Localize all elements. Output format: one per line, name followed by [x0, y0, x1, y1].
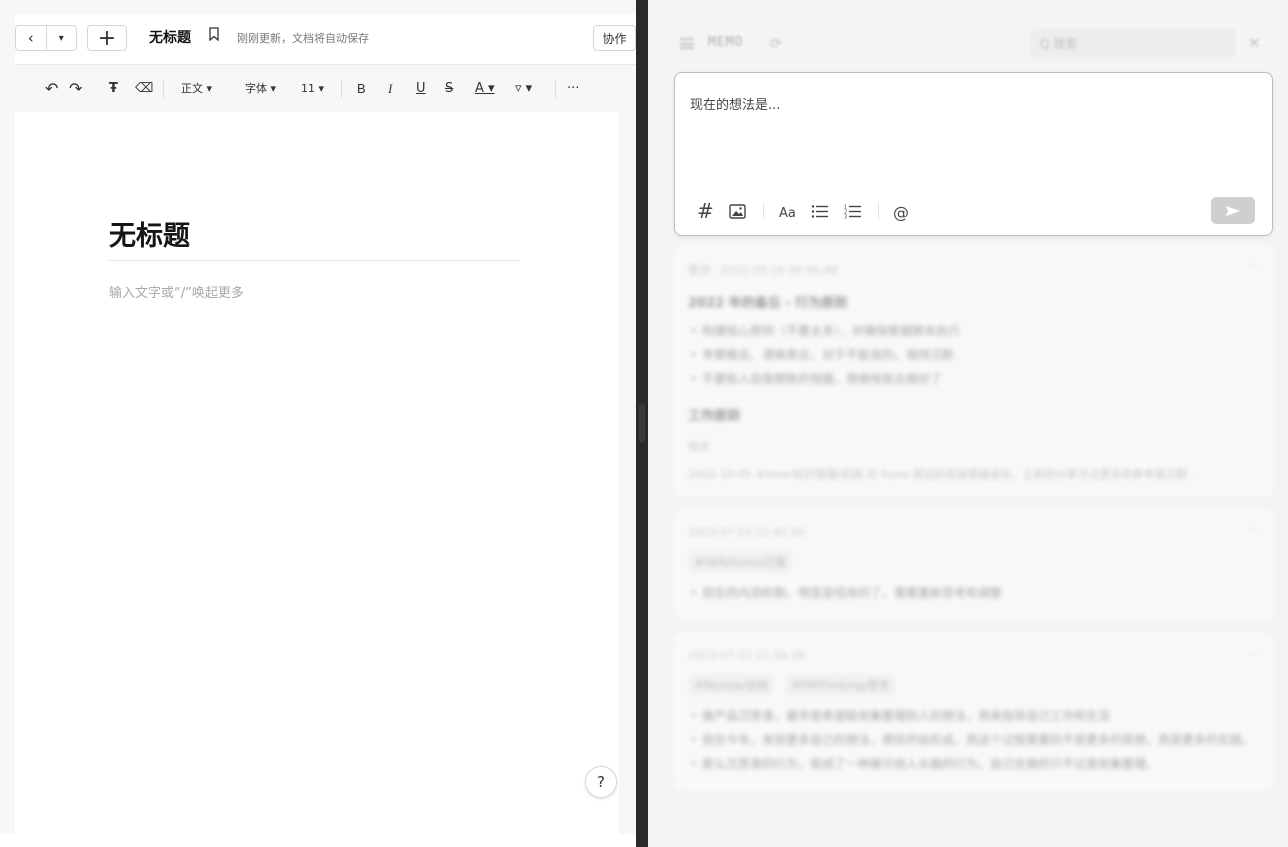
divider	[341, 80, 342, 98]
nav-button-group: ‹ ▾	[15, 25, 77, 51]
doc-title-short[interactable]: 无标题	[149, 27, 191, 47]
split-divider[interactable]	[636, 0, 648, 847]
font-size-select[interactable]: 11 ▾	[301, 80, 324, 98]
bullet-list-icon[interactable]	[811, 204, 828, 219]
memo-editor[interactable]: 现在的想法是... # Aa 1 2 3 @	[674, 72, 1273, 236]
memo-meta: 2023-07-24 11:43:20	[688, 526, 805, 539]
memo-card[interactable]: 2023-07-22 21:56:38 ··· #Review/总结 #PMTh…	[674, 633, 1273, 790]
memo-heading: 工作原则	[688, 409, 741, 424]
list-item: 不要陷入自我牺牲的怪圈，想做啥就去做好了	[688, 367, 1259, 391]
collab-button[interactable]: 协作	[593, 25, 636, 51]
numbered-list-icon[interactable]: 1 2 3	[844, 204, 861, 219]
hashtag-icon[interactable]: #	[697, 201, 714, 221]
bottom-strip	[0, 834, 636, 847]
more-icon[interactable]: ···	[1247, 524, 1259, 539]
memo-pane: MEMO ⟳ Q 搜索 ✕ 现在的想法是... # Aa 1 2 3 @ 置顶 …	[648, 0, 1288, 847]
mention-button[interactable]: @	[893, 203, 909, 223]
memo-input-placeholder[interactable]: 现在的想法是...	[690, 94, 780, 113]
list-item: 那么沉思录的行为，就成了一种展示他人头脑的行为，自己在做的只不过是收集整理。	[688, 752, 1259, 776]
send-button[interactable]	[1211, 197, 1255, 224]
undo-icon[interactable]: ↶	[45, 80, 58, 98]
doc-page[interactable]: 无标题 输入文字或“/”唤起更多	[15, 112, 619, 834]
back-icon[interactable]: ‹	[16, 26, 46, 50]
new-doc-button[interactable]: +	[87, 25, 127, 51]
font-select[interactable]: 字体 ▾	[245, 80, 276, 98]
memo-list: 置顶 · 2022-05-18 09:56:48 ··· 2022 年的备忘 -…	[674, 246, 1273, 847]
divider	[763, 203, 764, 219]
chevron-down-icon[interactable]: ▾	[47, 26, 77, 50]
underline-button[interactable]: U	[416, 80, 426, 98]
paragraph-style-select[interactable]: 正文 ▾	[181, 80, 212, 98]
memo-header: MEMO ⟳ Q 搜索 ✕	[648, 14, 1288, 72]
memo-card[interactable]: 置顶 · 2022-05-18 09:56:48 ··· 2022 年的备忘 -…	[674, 246, 1273, 496]
search-placeholder: Q 搜索	[1040, 37, 1078, 51]
more-icon[interactable]: ···	[1247, 647, 1259, 662]
body-placeholder[interactable]: 输入文字或“/”唤起更多	[109, 282, 244, 301]
bookmark-icon[interactable]	[209, 27, 219, 41]
divider	[163, 80, 164, 98]
image-icon[interactable]	[729, 204, 746, 219]
search-input[interactable]: Q 搜索	[1030, 28, 1236, 58]
memo-meta: 2023-07-22 21:56:38	[688, 649, 805, 662]
drag-handle[interactable]	[639, 403, 645, 443]
list-item: 构建核心原则（不要太多），并确保根据脚本执行	[688, 319, 1259, 343]
bold-button[interactable]: B	[357, 80, 366, 98]
close-icon[interactable]: ✕	[1248, 34, 1261, 52]
doc-editor-pane: ‹ ▾ + 无标题 刚刚更新，文档将自动保存 协作 ↶ ↷ Ŧ ⌫ 正文 ▾ 字…	[0, 0, 636, 847]
font-size-button[interactable]: Aa	[779, 204, 796, 224]
eraser-icon[interactable]: ⌫	[135, 80, 153, 98]
memo-tag[interactable]: #PMThinking/思考	[785, 674, 896, 696]
highlight-button[interactable]: ▿ ▾	[515, 80, 532, 98]
memo-label: 相关	[688, 440, 710, 453]
redo-icon[interactable]: ↷	[69, 80, 82, 98]
memo-card[interactable]: 2023-07-24 11:43:20 ··· #OKR/Fumo/方案 现在的…	[674, 510, 1273, 619]
italic-button[interactable]: I	[388, 80, 392, 98]
sync-icon[interactable]: ⟳	[770, 36, 782, 52]
font-color-button[interactable]: A ▾	[475, 80, 495, 98]
svg-text:3: 3	[844, 215, 847, 220]
more-icon[interactable]: ···	[1247, 260, 1259, 275]
more-icon[interactable]: ···	[567, 80, 579, 98]
list-item: 现在的内测机制，明显是低效的了，需要重新思考和调整	[688, 581, 1259, 605]
memo-tag[interactable]: #Review/总结	[688, 674, 775, 696]
divider	[878, 203, 879, 219]
memo-heading: 2022 年的备忘 - 行为原则	[688, 296, 848, 311]
format-toolbar: ↶ ↷ Ŧ ⌫ 正文 ▾ 字体 ▾ 11 ▾ B I U S A ▾ ▿ ▾ ·…	[15, 64, 636, 112]
format-painter-icon[interactable]: Ŧ	[109, 80, 118, 98]
list-item: 做产品沉思录，最早是希望能收集整理别人的想法，用来指导自己工作和生活	[688, 704, 1259, 728]
memo-tag[interactable]: #OKR/Fumo/方案	[688, 551, 793, 573]
title-divider	[109, 260, 519, 261]
menu-icon[interactable]	[680, 38, 694, 49]
memo-meta: 置顶 · 2022-05-18 09:56:48	[688, 264, 838, 277]
memo-title: MEMO	[708, 35, 744, 50]
save-status: 刚刚更新，文档将自动保存	[237, 32, 369, 45]
divider	[555, 80, 556, 98]
list-item: 但在今年，发现更多自己的想法，原则开始形成，而这个过程需要的不是更多的思想，而是…	[688, 728, 1259, 752]
send-icon	[1226, 205, 1240, 216]
page-title[interactable]: 无标题	[109, 214, 190, 253]
help-button[interactable]: ?	[585, 766, 617, 798]
list-item: 考察概念、清晰表达，对于不能说的，保持沉默	[688, 343, 1259, 367]
strikethrough-button[interactable]: S	[445, 80, 453, 98]
doc-topbar: ‹ ▾ + 无标题 刚刚更新，文档将自动保存 协作	[15, 14, 636, 64]
memo-reference[interactable]: 2022-10-05 #Inner知识管理/实践 对 fumo 周边的改进思路变…	[688, 466, 1259, 482]
